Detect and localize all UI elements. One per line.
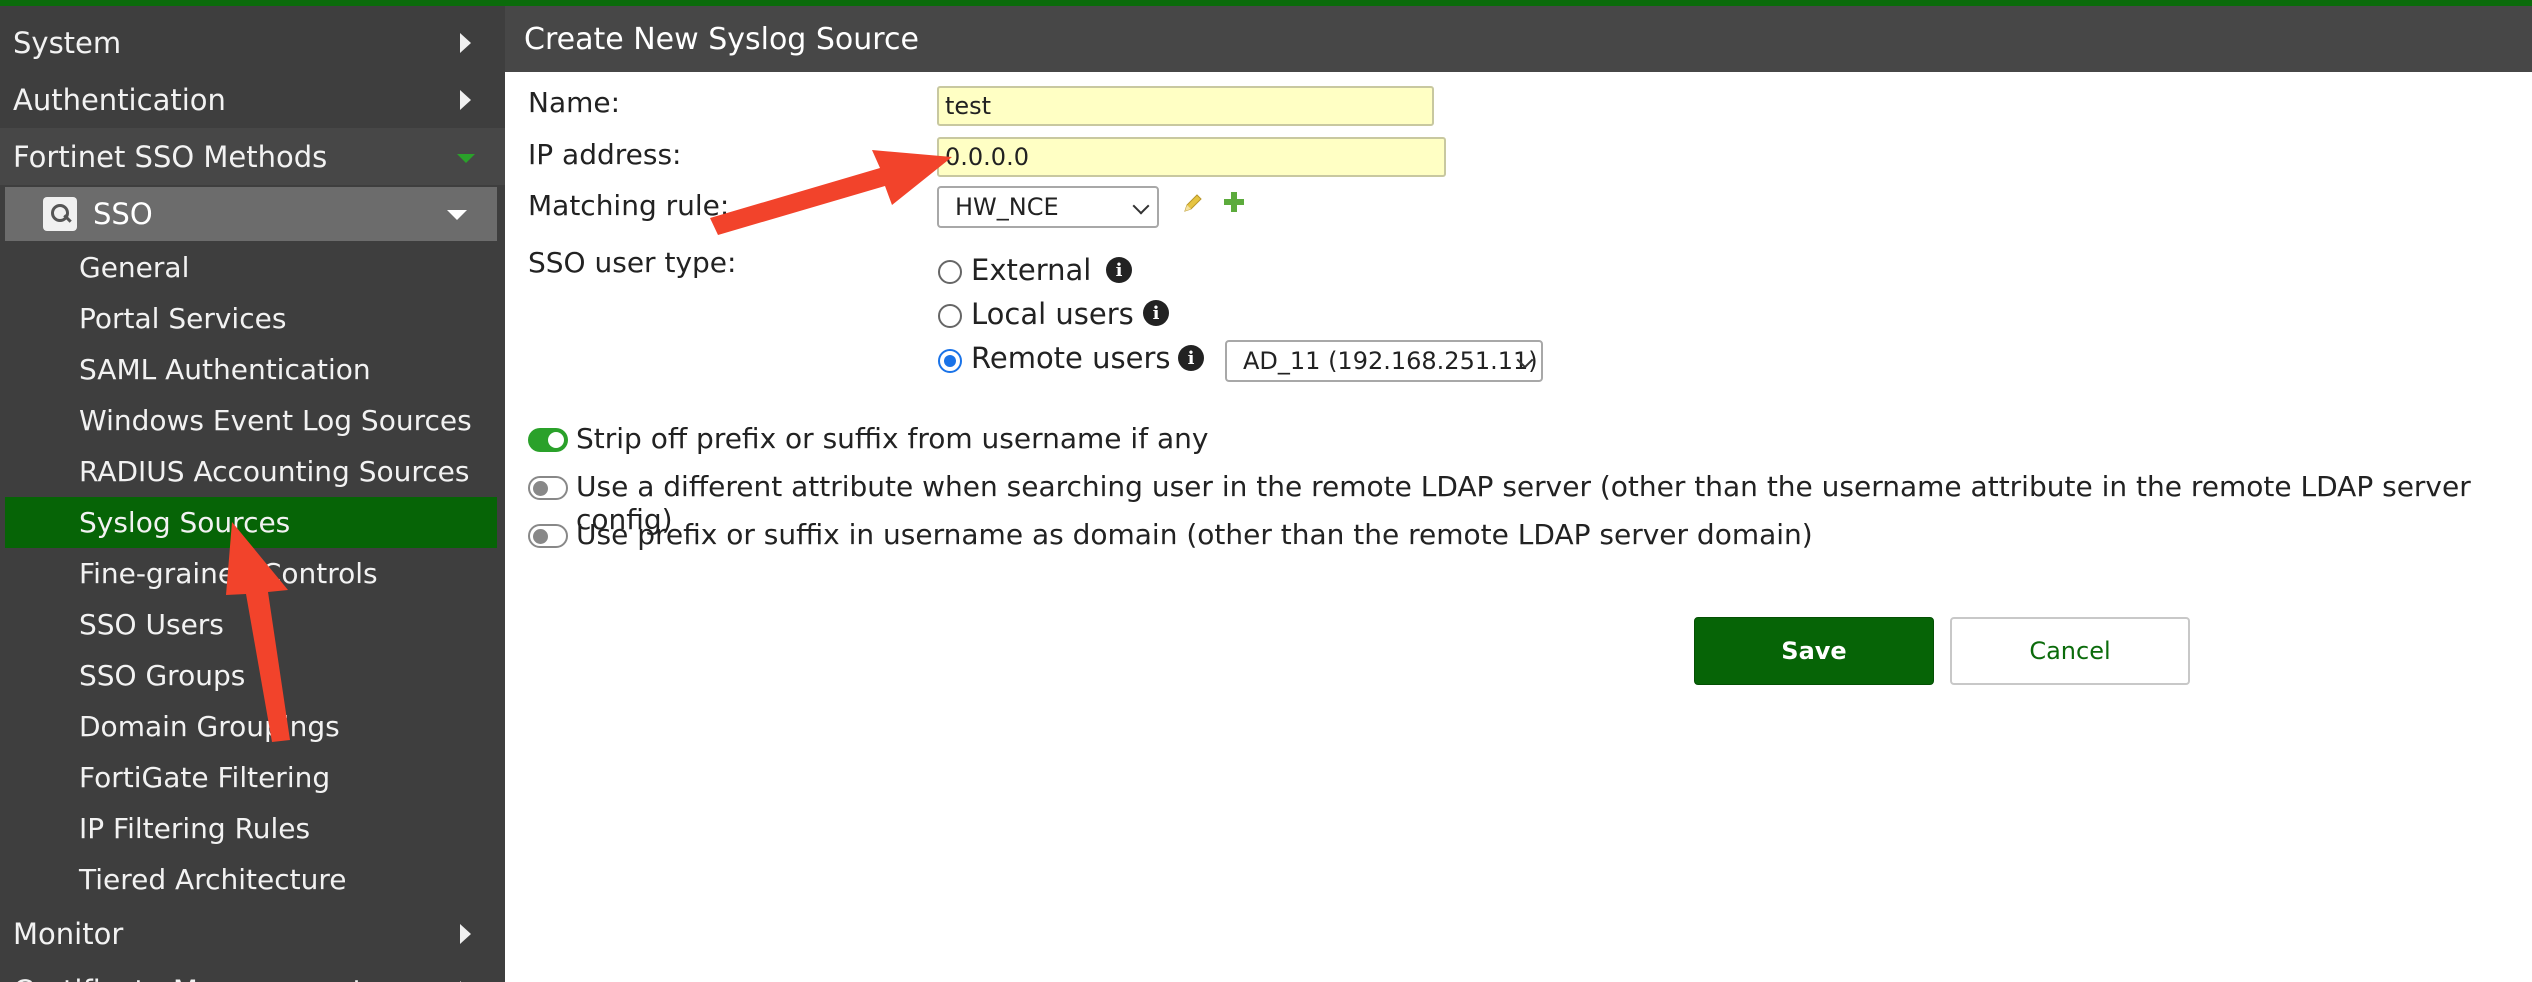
sidebar-item-fortinet-sso-methods[interactable]: Fortinet SSO Methods — [0, 128, 505, 185]
name-label: Name: — [528, 86, 621, 119]
sidebar-item-fine-grained-controls[interactable]: Fine-grained Controls — [5, 548, 497, 599]
matching-rule-value: HW_NCE — [955, 193, 1059, 221]
sidebar-item-sso[interactable]: SSO — [5, 187, 497, 241]
radio-local-users-label: Local users — [971, 297, 1134, 331]
sidebar-item-label: SSO — [93, 197, 153, 231]
prefix-as-domain-toggle[interactable] — [528, 524, 568, 548]
sidebar-item-domain-groupings[interactable]: Domain Groupings — [5, 701, 497, 752]
annotation-arrow-ip — [710, 150, 952, 235]
name-input-value: test — [945, 92, 992, 120]
sidebar-item-label: Fine-grained Controls — [79, 557, 378, 590]
sidebar: System Authentication Fortinet SSO Metho… — [0, 6, 505, 982]
radio-local-users[interactable] — [938, 304, 962, 328]
sidebar-item-label: System — [13, 25, 122, 60]
matching-rule-label: Matching rule: — [528, 189, 730, 222]
remote-server-value: AD_11 (192.168.251.11) — [1243, 347, 1538, 375]
sidebar-item-certificate-management[interactable]: Certificate Management — [0, 962, 505, 982]
sidebar-item-label: Certificate Management — [13, 974, 364, 982]
ip-address-input[interactable]: 0.0.0.0 — [937, 137, 1446, 177]
sidebar-item-saml-authentication[interactable]: SAML Authentication — [5, 344, 497, 395]
strip-prefix-label: Strip off prefix or suffix from username… — [576, 422, 1209, 455]
sidebar-item-windows-event-log-sources[interactable]: Windows Event Log Sources — [5, 395, 497, 446]
sidebar-item-label: Tiered Architecture — [79, 863, 347, 896]
sidebar-item-authentication[interactable]: Authentication — [0, 71, 505, 128]
chevron-down-icon — [1132, 197, 1150, 215]
matching-rule-select[interactable]: HW_NCE — [937, 186, 1159, 228]
ip-address-label: IP address: — [528, 138, 682, 171]
save-button-label: Save — [1781, 637, 1847, 665]
sidebar-item-label: SAML Authentication — [79, 353, 371, 386]
prefix-as-domain-label: Use prefix or suffix in username as doma… — [576, 518, 1813, 551]
name-input[interactable]: test — [937, 86, 1434, 126]
sidebar-item-sso-groups[interactable]: SSO Groups — [5, 650, 497, 701]
info-icon[interactable]: i — [1106, 257, 1132, 283]
sidebar-item-label: SSO Groups — [79, 659, 246, 692]
sidebar-item-label: General — [79, 251, 190, 284]
sidebar-item-portal-services[interactable]: Portal Services — [5, 293, 497, 344]
chevron-right-icon — [460, 923, 471, 944]
sidebar-item-label: FortiGate Filtering — [79, 761, 331, 794]
sidebar-item-label: Portal Services — [79, 302, 287, 335]
sidebar-item-radius-accounting-sources[interactable]: RADIUS Accounting Sources — [5, 446, 497, 497]
strip-prefix-toggle[interactable] — [528, 428, 568, 452]
sidebar-item-general[interactable]: General — [5, 242, 497, 293]
chevron-down-icon — [457, 153, 475, 163]
sidebar-item-label: Monitor — [13, 916, 124, 951]
sidebar-item-label: RADIUS Accounting Sources — [79, 455, 470, 488]
sidebar-item-label: SSO Users — [79, 608, 224, 641]
pencil-icon[interactable] — [1182, 192, 1204, 214]
page-header: Create New Syslog Source — [505, 6, 2532, 72]
save-button[interactable]: Save — [1694, 617, 1934, 685]
chevron-down-icon — [447, 210, 467, 220]
sidebar-item-label: Fortinet SSO Methods — [13, 139, 328, 174]
radio-remote-users[interactable] — [938, 349, 962, 373]
cancel-button[interactable]: Cancel — [1950, 617, 2190, 685]
remote-server-select[interactable]: AD_11 (192.168.251.11) — [1225, 340, 1543, 382]
different-attribute-toggle[interactable] — [528, 476, 568, 500]
radio-external-label: External — [971, 253, 1092, 287]
sso-user-type-label: SSO user type: — [528, 246, 737, 279]
chevron-right-icon — [460, 89, 471, 110]
sso-search-icon — [43, 197, 77, 231]
sidebar-item-label: IP Filtering Rules — [79, 812, 311, 845]
sidebar-item-label: Authentication — [13, 82, 226, 117]
sidebar-item-system[interactable]: System — [0, 14, 505, 71]
info-icon[interactable]: i — [1178, 345, 1204, 371]
ip-address-input-value: 0.0.0.0 — [945, 143, 1029, 171]
sidebar-item-label: Windows Event Log Sources — [79, 404, 472, 437]
page-title: Create New Syslog Source — [524, 21, 919, 57]
sidebar-item-tiered-architecture[interactable]: Tiered Architecture — [5, 854, 497, 905]
sidebar-item-syslog-sources[interactable]: Syslog Sources — [5, 497, 497, 548]
sidebar-item-fortigate-filtering[interactable]: FortiGate Filtering — [5, 752, 497, 803]
radio-external[interactable] — [938, 260, 962, 284]
sidebar-item-label: Domain Groupings — [79, 710, 340, 743]
plus-icon[interactable] — [1222, 190, 1246, 214]
info-icon[interactable]: i — [1143, 300, 1169, 326]
cancel-button-label: Cancel — [2029, 637, 2111, 665]
sidebar-item-sso-users[interactable]: SSO Users — [5, 599, 497, 650]
chevron-right-icon — [460, 32, 471, 53]
sidebar-item-ip-filtering-rules[interactable]: IP Filtering Rules — [5, 803, 497, 854]
sidebar-item-monitor[interactable]: Monitor — [0, 905, 505, 962]
sidebar-item-label: Syslog Sources — [79, 506, 291, 539]
radio-remote-users-label: Remote users — [971, 341, 1171, 375]
